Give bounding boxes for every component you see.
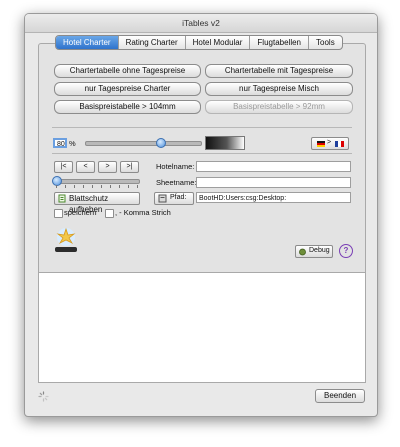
beenden-button[interactable]: Beenden bbox=[315, 389, 365, 403]
language-arrow: > bbox=[327, 139, 332, 146]
nav-prev-button[interactable]: < bbox=[76, 161, 95, 173]
blattschutz-button[interactable]: Blattschutz aufheben bbox=[54, 192, 140, 214]
basispreistabelle-104-button[interactable]: Basispreistabelle > 104mm bbox=[54, 100, 201, 114]
record-slider-track[interactable] bbox=[54, 179, 140, 184]
pfad-field[interactable]: BootHD:Users:csg:Desktop: bbox=[196, 192, 351, 203]
komma-checkbox[interactable] bbox=[105, 209, 114, 218]
output-panel[interactable] bbox=[38, 272, 366, 383]
hotelname-label: Hotelname: bbox=[156, 162, 195, 171]
pfad-button[interactable]: Pfad: bbox=[154, 192, 194, 205]
sheetname-field[interactable] bbox=[196, 177, 351, 188]
tab-bar: Hotel Charter Rating Charter Hotel Modul… bbox=[55, 35, 343, 50]
nur-tagespreise-charter-button[interactable]: nur Tagespreise Charter bbox=[54, 82, 201, 96]
language-toggle-button[interactable]: > bbox=[311, 137, 349, 150]
hotelname-field[interactable] bbox=[196, 161, 351, 172]
nav-last-button[interactable]: >| bbox=[120, 161, 139, 173]
divider bbox=[52, 127, 352, 128]
folder-icon bbox=[158, 194, 167, 203]
speichern-label: speichern bbox=[64, 208, 97, 217]
tab-tools[interactable]: Tools bbox=[308, 36, 342, 49]
speichern-checkbox[interactable] bbox=[54, 209, 63, 218]
sheetname-label: Sheetname: bbox=[156, 178, 197, 187]
pfad-label: Pfad: bbox=[170, 194, 187, 201]
tab-hotel-charter[interactable]: Hotel Charter bbox=[56, 36, 118, 49]
window-title: iTables v2 bbox=[182, 18, 220, 28]
debug-button[interactable]: Debug bbox=[295, 245, 333, 258]
zoom-field[interactable]: 80 bbox=[53, 138, 67, 148]
komma-label: , - Komma Strich bbox=[115, 208, 171, 217]
divider bbox=[52, 153, 352, 154]
zoom-slider-track[interactable] bbox=[85, 141, 202, 146]
tab-rating-charter[interactable]: Rating Charter bbox=[117, 36, 185, 49]
zoom-unit: % bbox=[69, 139, 76, 148]
gradient-preview bbox=[205, 136, 245, 150]
app-logo-icon bbox=[55, 227, 77, 252]
tab-hotel-modular[interactable]: Hotel Modular bbox=[184, 36, 250, 49]
progress-spinner-icon bbox=[38, 391, 49, 402]
slider-ticks bbox=[56, 185, 138, 188]
bug-icon bbox=[299, 248, 306, 256]
zoom-slider-knob[interactable] bbox=[155, 138, 166, 148]
basispreistabelle-92-button: Basispreistabelle > 92mm bbox=[205, 100, 353, 114]
app-window: iTables v2 Hotel Charter Rating Charter … bbox=[24, 13, 378, 417]
chartertabelle-ohne-button[interactable]: Chartertabelle ohne Tagespreise bbox=[54, 64, 201, 78]
nav-next-button[interactable]: > bbox=[98, 161, 117, 173]
nav-first-button[interactable]: |< bbox=[54, 161, 73, 173]
tab-flugtabellen[interactable]: Flugtabellen bbox=[249, 36, 308, 49]
help-button[interactable]: ? bbox=[339, 244, 353, 258]
title-bar[interactable]: iTables v2 bbox=[25, 14, 377, 33]
document-icon bbox=[58, 194, 66, 203]
nur-tagespreise-misch-button[interactable]: nur Tagespreise Misch bbox=[205, 82, 353, 96]
chartertabelle-mit-button[interactable]: Chartertabelle mit Tagespreise bbox=[205, 64, 353, 78]
debug-label: Debug bbox=[309, 247, 330, 254]
